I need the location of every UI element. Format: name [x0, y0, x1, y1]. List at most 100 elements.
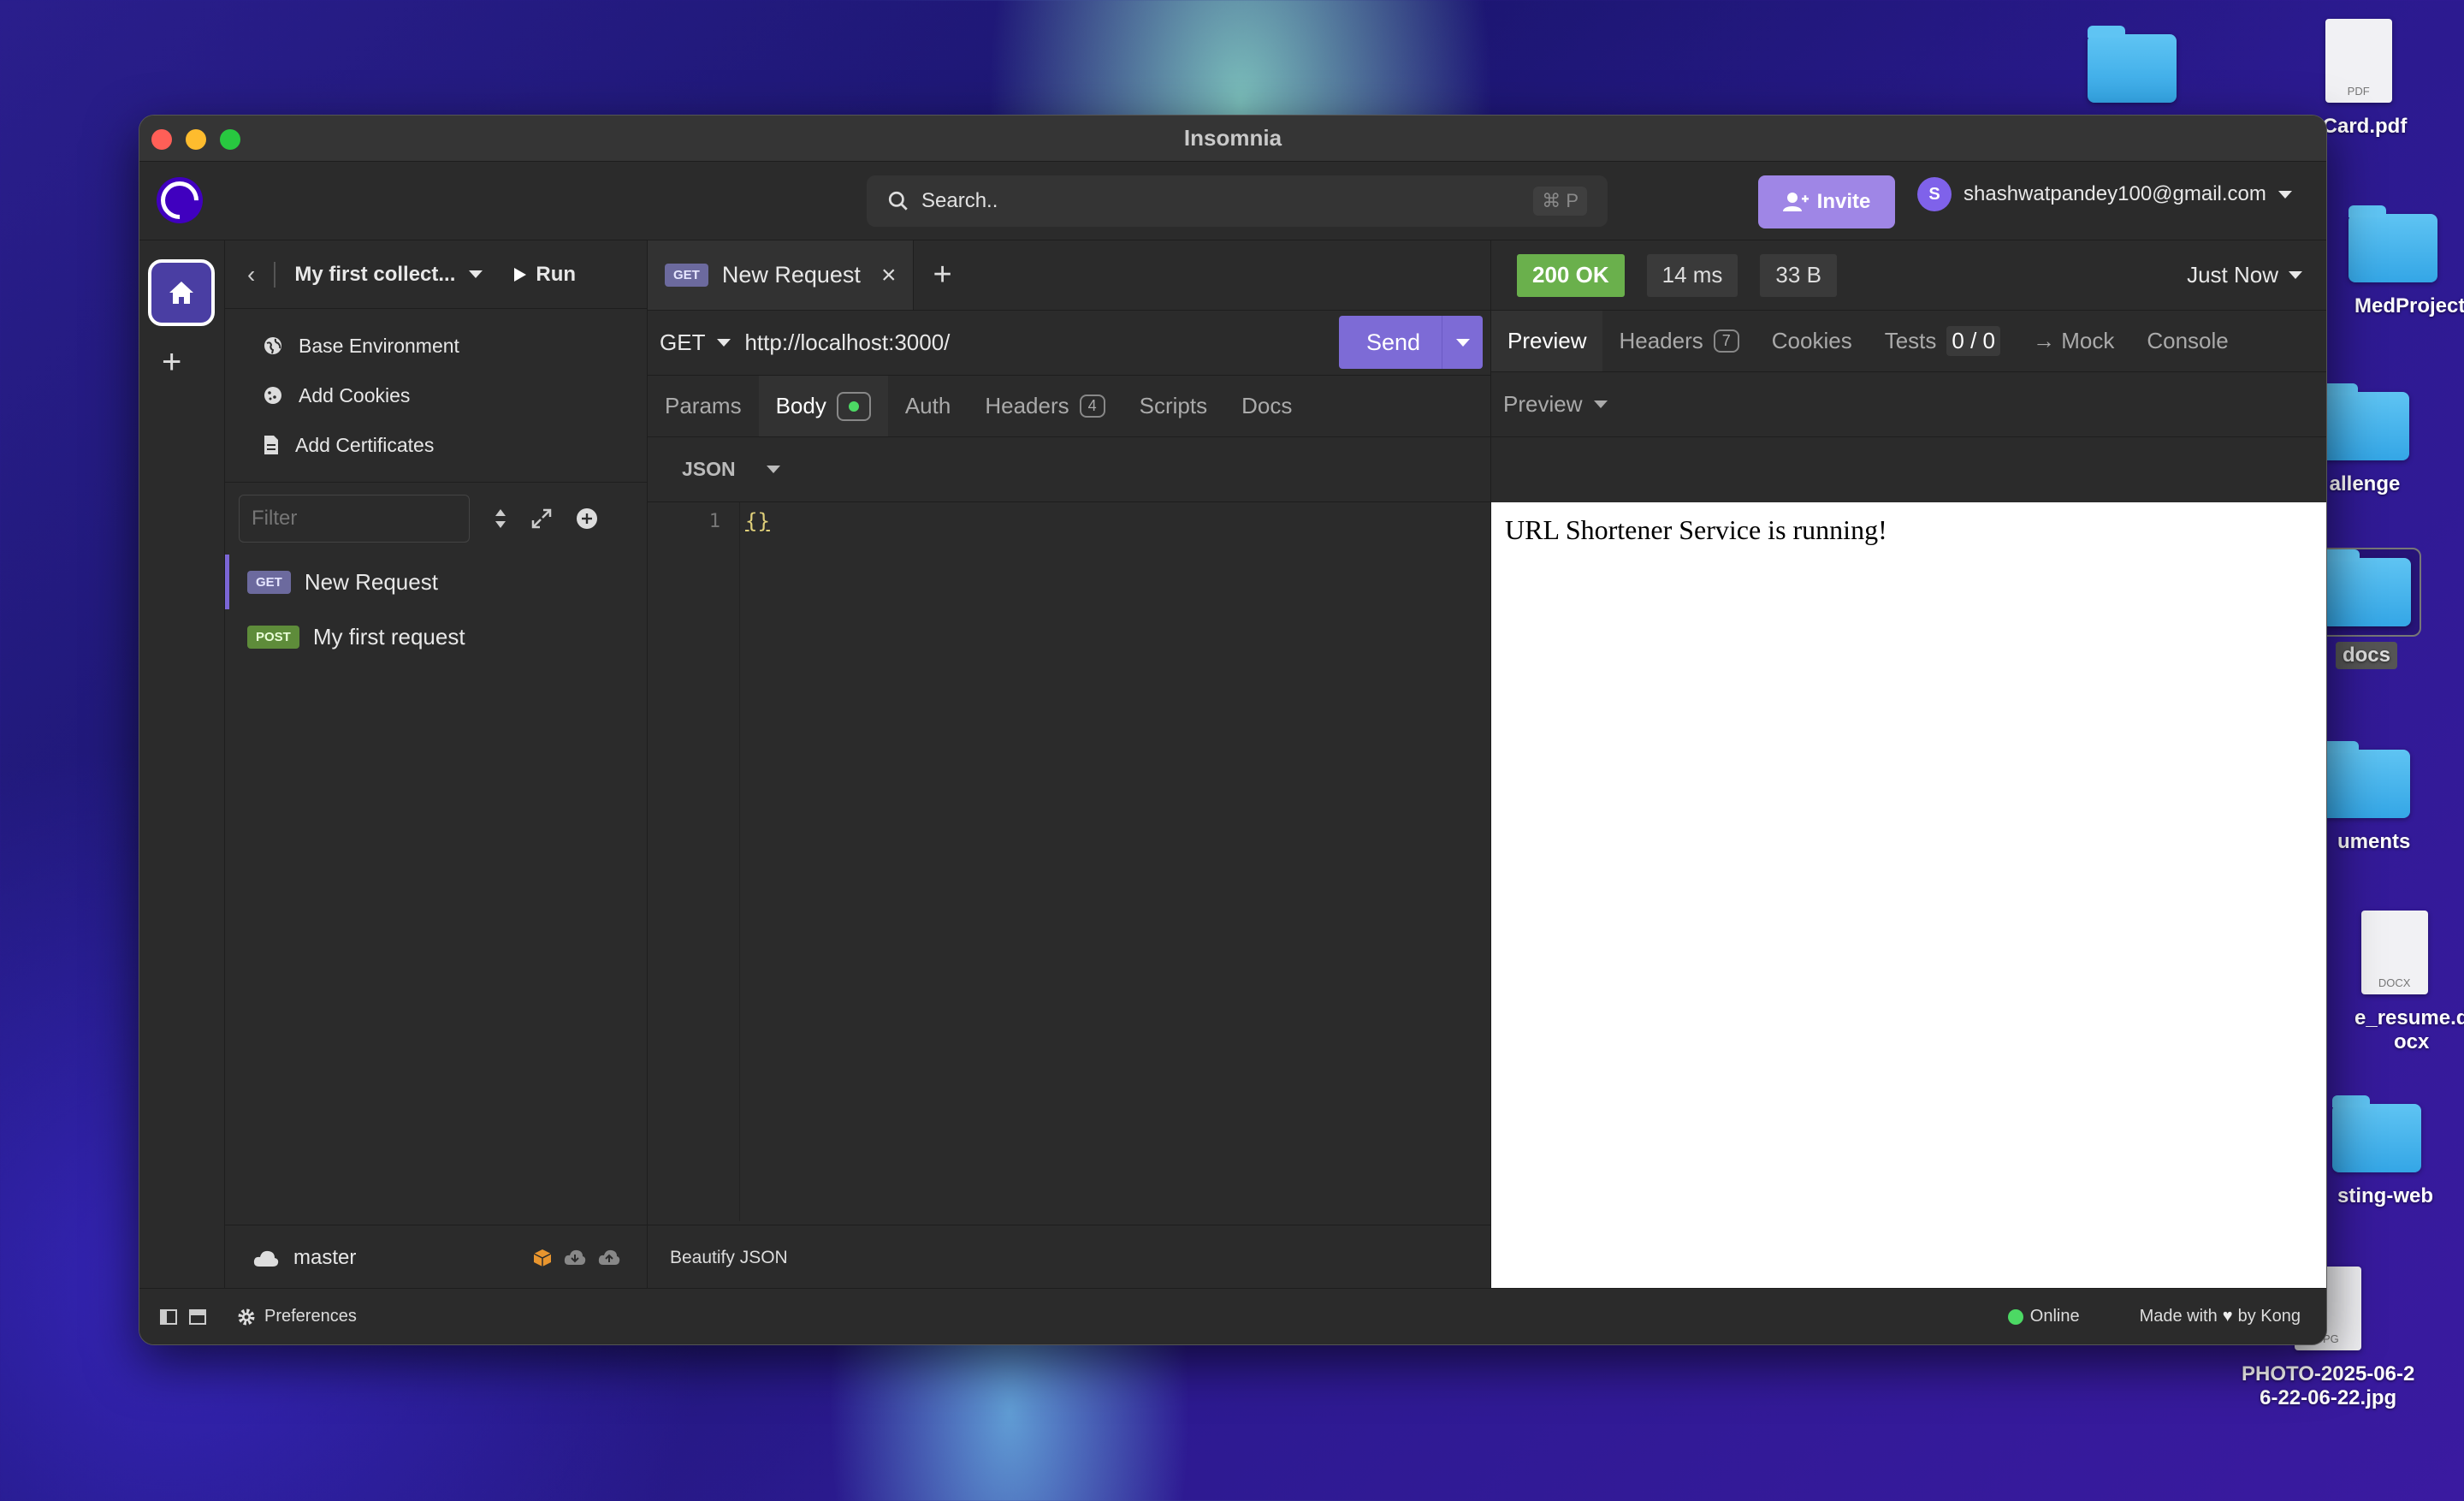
- url-input[interactable]: http://localhost:3000/: [744, 329, 950, 356]
- send-button[interactable]: Send: [1339, 316, 1483, 369]
- tab-tests[interactable]: Tests 0 / 0: [1869, 311, 2017, 371]
- close-icon[interactable]: ×: [881, 261, 897, 290]
- preview-mode-select[interactable]: Preview: [1491, 372, 2326, 437]
- invite-label: Invite: [1816, 190, 1871, 213]
- back-chevron-icon[interactable]: ‹: [247, 261, 255, 288]
- desktop-item-label: docs: [2335, 642, 2397, 669]
- tab-new-request[interactable]: GET New Request ×: [648, 240, 915, 310]
- plus-icon: +: [162, 343, 182, 381]
- panel-toggle-icon[interactable]: [189, 1308, 206, 1325]
- tab-body[interactable]: Body: [758, 376, 888, 436]
- folder-icon: [2320, 741, 2410, 818]
- desktop-folder[interactable]: sting-web: [2320, 1095, 2433, 1208]
- response-time: 14 ms: [1646, 253, 1738, 297]
- tab-preview[interactable]: Preview: [1491, 311, 1603, 371]
- add-circle-icon[interactable]: [576, 507, 598, 530]
- response-history-dropdown[interactable]: Just Now: [2187, 262, 2302, 288]
- add-cookies-item[interactable]: Add Cookies: [225, 371, 647, 420]
- sort-icon[interactable]: [494, 507, 507, 530]
- search-bar[interactable]: Search.. ⌘ P: [867, 175, 1608, 227]
- close-window-button[interactable]: [151, 129, 172, 150]
- cookie-icon: [264, 387, 281, 404]
- desktop-folder[interactable]: allenge: [2320, 383, 2409, 496]
- request-item-my-first-request[interactable]: POST My first request: [225, 609, 647, 664]
- plus-icon: +: [933, 257, 952, 293]
- user-email: shashwatpandey100@gmail.com: [1964, 182, 2266, 205]
- git-footer: master: [225, 1225, 647, 1290]
- online-status: Online: [2007, 1307, 2080, 1326]
- cloud-upload-icon[interactable]: [597, 1248, 621, 1267]
- line-number: 1: [708, 511, 720, 532]
- run-button[interactable]: Run: [513, 263, 576, 287]
- invite-button[interactable]: Invite: [1758, 175, 1895, 228]
- request-tab-bar: GET New Request × +: [648, 240, 1490, 311]
- add-project-button[interactable]: +: [162, 343, 181, 382]
- timestamp: Just Now: [2187, 262, 2278, 288]
- expand-icon[interactable]: [531, 508, 552, 529]
- package-icon[interactable]: [532, 1248, 553, 1268]
- code-content[interactable]: {}: [745, 509, 770, 533]
- request-name: My first request: [312, 623, 465, 650]
- tab-label: Docs: [1241, 393, 1293, 418]
- folder-icon: [2322, 549, 2411, 626]
- title-bar: Insomnia: [139, 116, 2326, 162]
- tab-label: Params: [665, 393, 742, 418]
- play-icon: [514, 267, 527, 282]
- preferences-button[interactable]: Preferences: [237, 1307, 357, 1326]
- collection-header: ‹ My first collect... Run: [225, 240, 647, 309]
- minimize-window-button[interactable]: [186, 129, 206, 150]
- online-dot-icon: [2007, 1308, 2023, 1325]
- tab-auth[interactable]: Auth: [888, 376, 968, 436]
- body-editor[interactable]: 1 {}: [648, 502, 1490, 1221]
- filter-input[interactable]: [239, 495, 470, 543]
- tab-cookies[interactable]: Cookies: [1756, 311, 1869, 371]
- desktop-item-label: e_resume.d ocx: [2354, 1006, 2464, 1053]
- method-badge: GET: [247, 570, 291, 594]
- request-name: New Request: [304, 568, 438, 595]
- chevron-down-icon: [2277, 190, 2292, 199]
- method-select[interactable]: GET: [660, 329, 732, 356]
- tab-headers[interactable]: Headers 4: [968, 376, 1122, 436]
- cloud-download-icon[interactable]: [563, 1248, 587, 1267]
- traffic-lights: [151, 129, 240, 150]
- sidebar-toggle-icon[interactable]: [160, 1308, 177, 1325]
- tab-docs[interactable]: Docs: [1224, 376, 1309, 436]
- tab-params[interactable]: Params: [648, 376, 759, 436]
- desktop-file-docx[interactable]: DOCX e_resume.d ocx: [2320, 911, 2464, 1054]
- home-button[interactable]: [148, 259, 215, 326]
- branch-name[interactable]: master: [293, 1246, 356, 1270]
- add-tab-button[interactable]: +: [914, 240, 970, 310]
- add-certificates-item[interactable]: Add Certificates: [225, 420, 647, 470]
- collection-dropdown[interactable]: My first collect...: [294, 263, 483, 287]
- home-icon: [169, 282, 193, 304]
- desktop-folder[interactable]: MedProject: [2320, 205, 2464, 318]
- tab-label: Auth: [904, 393, 951, 418]
- method-label: GET: [660, 329, 706, 355]
- tab-console[interactable]: Console: [2130, 311, 2244, 371]
- chevron-down-icon: [1594, 400, 1608, 408]
- send-options-dropdown[interactable]: [1442, 316, 1483, 369]
- tab-label: Preview: [1507, 328, 1587, 353]
- desktop-folder-selected[interactable]: docs: [2312, 548, 2421, 669]
- beautify-json-button[interactable]: Beautify JSON: [670, 1248, 788, 1268]
- zoom-window-button[interactable]: [220, 129, 240, 150]
- request-item-new-request[interactable]: GET New Request: [225, 555, 647, 609]
- made-with-kong[interactable]: Made with ♥ by Kong: [2140, 1307, 2301, 1326]
- user-menu[interactable]: S shashwatpandey100@gmail.com: [1917, 177, 2292, 211]
- desktop-folder[interactable]: uments: [2320, 741, 2410, 854]
- base-environment-item[interactable]: Base Environment: [225, 321, 647, 371]
- desktop-folder[interactable]: [2088, 26, 2177, 103]
- status-badge: 200 OK: [1517, 253, 1625, 297]
- cloud-icon: [253, 1250, 279, 1267]
- preview-mode-label: Preview: [1503, 391, 1583, 417]
- tab-scripts[interactable]: Scripts: [1122, 376, 1224, 436]
- method-badge: POST: [247, 625, 299, 649]
- tab-mock[interactable]: → Mock: [2017, 311, 2130, 371]
- body-type-label: JSON: [682, 458, 736, 480]
- tab-label: New Request: [721, 262, 861, 288]
- insomnia-logo-icon[interactable]: [157, 177, 203, 223]
- tab-response-headers[interactable]: Headers 7: [1602, 311, 1755, 371]
- body-type-select[interactable]: JSON: [648, 437, 1490, 502]
- response-tabs: Preview Headers 7 Cookies Tests 0 / 0 → …: [1491, 311, 2326, 372]
- response-body-text: URL Shortener Service is running!: [1505, 514, 1887, 545]
